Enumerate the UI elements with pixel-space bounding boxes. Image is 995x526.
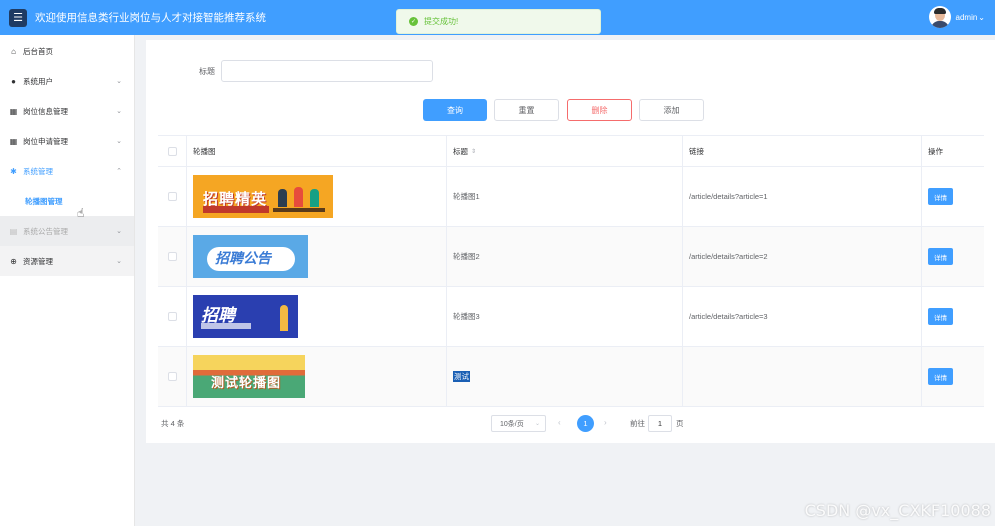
delete-button[interactable]: 删除: [567, 99, 632, 121]
sidebar-item-label: 系统用户: [23, 76, 53, 86]
table-row: 招聘 轮播图3 /article/details?article=3 详情: [158, 287, 984, 347]
row-checkbox[interactable]: [167, 312, 177, 321]
hamburger-icon[interactable]: ☰: [9, 8, 27, 27]
column-header: 链接: [683, 136, 922, 166]
column-header-label: 标题: [453, 146, 468, 156]
app-title: 欢迎使用信息类行业岗位与人才对接智能推荐系统: [35, 12, 266, 24]
detail-button[interactable]: 详情: [928, 368, 953, 385]
pagination: 共 4 条 10条/页 ⌄ ‹ 1 › 前往 1 页: [158, 414, 984, 434]
row-title: 轮播图3: [447, 287, 683, 346]
carousel-image: 测试轮播图: [193, 355, 305, 398]
sidebar: ⌂ 后台首页 ● 系统用户 ⌄ ▦ 岗位信息管理 ⌄ ▦ 岗位申请管理 ⌄ ✱ …: [0, 35, 135, 526]
chevron-down-icon: ⌄: [116, 228, 122, 235]
table-header: 轮播图 标题 ⇕ 链接 操作: [158, 135, 984, 167]
sidebar-item-label: 后台首页: [23, 46, 53, 56]
goto-suffix: 页: [676, 419, 684, 428]
user-name[interactable]: admin: [956, 13, 978, 22]
add-button[interactable]: 添加: [639, 99, 704, 121]
page-size-value: 10条/页: [500, 420, 524, 428]
row-checkbox[interactable]: [167, 192, 177, 201]
carousel-image: 招聘: [193, 295, 298, 338]
sidebar-item-label: 岗位申请管理: [23, 136, 68, 146]
grid-icon: ▦: [9, 106, 18, 116]
column-header-sortable[interactable]: 标题 ⇕: [447, 136, 683, 166]
title-search-input[interactable]: [221, 60, 433, 82]
check-circle-icon: ✓: [409, 17, 418, 26]
grid-icon: ▦: [9, 136, 18, 146]
detail-button[interactable]: 详情: [928, 308, 953, 325]
detail-button[interactable]: 详情: [928, 248, 953, 265]
reset-button[interactable]: 重置: [494, 99, 559, 121]
chevron-down-icon[interactable]: ⌄: [978, 13, 985, 22]
row-link: /article/details?article=3: [683, 287, 922, 346]
chevron-up-icon: ⌃: [116, 168, 122, 175]
user-icon: ●: [11, 76, 16, 86]
document-icon: ▤: [9, 226, 18, 236]
watermark: CSDN @vx_CXKF10088: [804, 501, 991, 520]
column-header: 操作: [928, 146, 943, 156]
goto-label: 前往: [630, 419, 645, 428]
sidebar-item-label: 轮播图管理: [25, 196, 63, 206]
row-title: 轮播图1: [447, 167, 683, 226]
sidebar-item-resources[interactable]: ⊕ 资源管理 ⌄: [0, 246, 134, 276]
home-icon: ⌂: [11, 46, 16, 56]
row-checkbox[interactable]: [167, 372, 177, 381]
avatar[interactable]: [928, 6, 951, 28]
carousel-image: 招聘精英: [193, 175, 333, 218]
hand-pointer-icon: ☝: [77, 206, 85, 220]
sidebar-item-users[interactable]: ● 系统用户 ⌄: [0, 66, 134, 96]
query-button[interactable]: 查询: [423, 99, 487, 121]
sidebar-item-carousel[interactable]: 轮播图管理: [0, 186, 134, 216]
prev-page-button[interactable]: ‹: [558, 418, 561, 427]
sidebar-item-announcements[interactable]: ▤ 系统公告管理 ⌄: [0, 216, 134, 246]
chevron-down-icon: ⌄: [116, 108, 122, 115]
sidebar-item-job-info[interactable]: ▦ 岗位信息管理 ⌄: [0, 96, 134, 126]
sidebar-item-label: 岗位信息管理: [23, 106, 68, 116]
goto-page-input[interactable]: 1: [648, 415, 672, 432]
carousel-image: 招聘公告: [193, 235, 308, 278]
table-row: 招聘精英 轮播图1 /article/details?article=1 详情: [158, 167, 984, 227]
row-link: /article/details?article=1: [683, 167, 922, 226]
search-form: 标题: [199, 60, 433, 82]
toast-message: 提交成功!: [424, 17, 459, 26]
chevron-down-icon: ⌄: [116, 138, 122, 145]
page-number-current[interactable]: 1: [577, 415, 594, 432]
table-row: 招聘公告 轮播图2 /article/details?article=2 详情: [158, 227, 984, 287]
select-all-checkbox[interactable]: [167, 146, 177, 156]
row-title: 测试: [453, 371, 470, 382]
chevron-down-icon: ⌄: [534, 421, 540, 427]
sidebar-item-label: 资源管理: [23, 256, 53, 266]
gear-icon: ✱: [10, 166, 17, 176]
user-menu[interactable]: admin ⌄: [928, 6, 985, 28]
row-title: 轮播图2: [447, 227, 683, 286]
success-toast: ✓ 提交成功!: [396, 9, 601, 34]
sort-icon[interactable]: ⇕: [471, 148, 476, 155]
banner-text: 测试轮播图: [211, 375, 282, 390]
chevron-down-icon: ⌄: [116, 258, 122, 265]
carousel-table: 轮播图 标题 ⇕ 链接 操作 招聘精英 轮播图1 /article/detail…: [158, 135, 984, 407]
banner-text: 招聘精英: [203, 191, 268, 208]
search-label: 标题: [199, 66, 215, 76]
sidebar-item-system[interactable]: ✱ 系统管理 ⌃: [0, 156, 134, 186]
next-page-button[interactable]: ›: [604, 418, 607, 427]
sidebar-item-dashboard[interactable]: ⌂ 后台首页: [0, 36, 134, 66]
table-row: 测试轮播图 测试 详情: [158, 347, 984, 407]
sidebar-item-label: 系统管理: [23, 166, 53, 176]
banner-text: 招聘: [201, 306, 235, 325]
row-checkbox[interactable]: [167, 252, 177, 261]
total-count: 共 4 条: [161, 419, 185, 428]
chevron-down-icon: ⌄: [116, 78, 122, 85]
sidebar-item-job-applications[interactable]: ▦ 岗位申请管理 ⌄: [0, 126, 134, 156]
detail-button[interactable]: 详情: [928, 188, 953, 205]
row-link: /article/details?article=2: [683, 227, 922, 286]
row-link: [683, 347, 922, 406]
column-header: 轮播图: [187, 136, 447, 166]
banner-text: 招聘公告: [215, 250, 271, 266]
plus-circle-icon: ⊕: [10, 256, 17, 266]
main-content: 标题 查询 重置 删除 添加 轮播图 标题 ⇕ 链接 操作 招聘精英 轮播图1 …: [146, 40, 995, 443]
page-size-select[interactable]: 10条/页 ⌄: [491, 415, 546, 432]
sidebar-item-label: 系统公告管理: [23, 226, 68, 236]
